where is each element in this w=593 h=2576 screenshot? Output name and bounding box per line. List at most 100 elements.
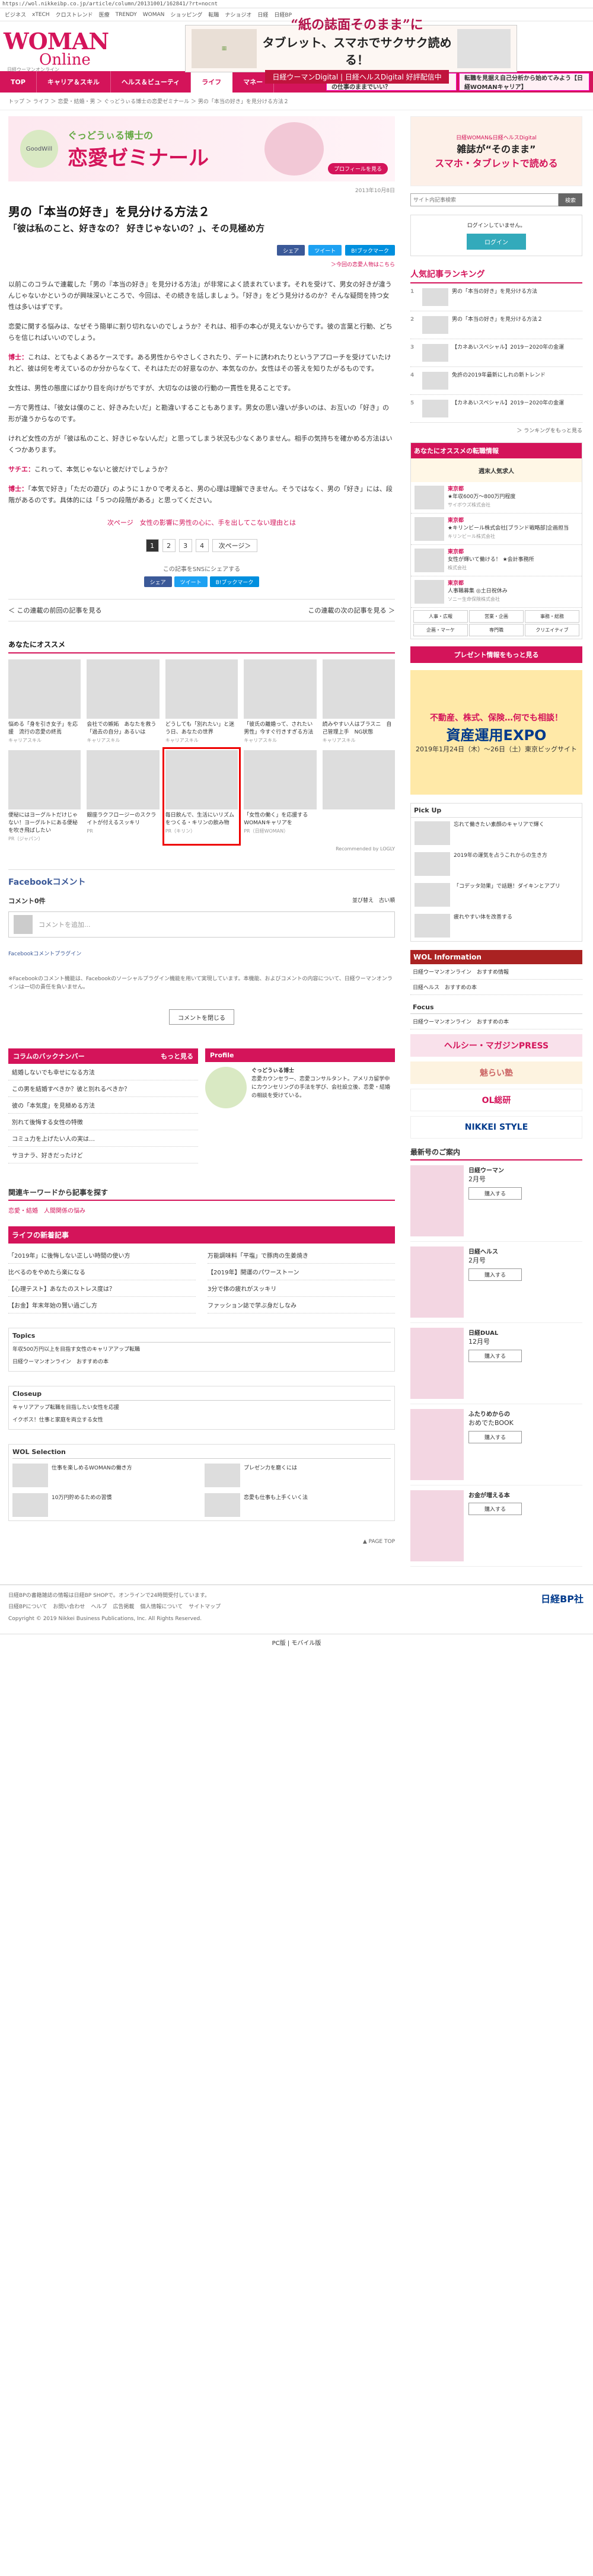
job-item[interactable]: 東京都 人事職募集 ◎土日祝休み ソニー生命保険株式会社 [411, 576, 582, 608]
buy-button[interactable]: 購入する [468, 1187, 522, 1200]
buy-button[interactable]: 購入する [468, 1268, 522, 1281]
keyword-links[interactable]: 恋愛・結婚 人間関係の悩み [8, 1206, 395, 1214]
wol-item[interactable]: 恋愛も仕事も上手くいく法 [205, 1493, 391, 1517]
top-site-link[interactable]: WOMAN [143, 12, 165, 18]
page-top-link[interactable]: ▲ PAGE TOP [8, 1539, 395, 1545]
new-article-item[interactable]: 比べるのをやめたら楽になる [8, 1264, 196, 1280]
info-item[interactable]: 日経ヘルス おすすめの本 [410, 980, 582, 995]
topics-item[interactable]: 年収500万円以上を目指す女性のキャリアアップ転職 [12, 1343, 391, 1355]
job-item[interactable]: 東京都 ★年収600万～800万円程度 サイボウズ株式会社 [411, 482, 582, 514]
top-site-link[interactable]: TRENDY [116, 12, 137, 18]
magazine-cover[interactable] [410, 1246, 464, 1318]
top-site-link[interactable]: クロストレンド [56, 11, 93, 18]
job-category-link[interactable]: 専門職 [469, 624, 524, 636]
login-button[interactable]: ログイン [467, 234, 526, 250]
new-article-item[interactable]: 万能調味料「平塩」で豚肉の生姜焼き [208, 1247, 395, 1264]
next-page-link[interactable]: 次ページ 女性の影響に男性の心に、手を出してこない理由とは [8, 518, 395, 527]
new-article-item[interactable]: 【お金】年末年始の賢い過ごし方 [8, 1297, 196, 1313]
pickup-item[interactable]: 疲れやすい体を改善する [411, 910, 582, 941]
search-input[interactable] [410, 193, 559, 206]
recommend-card[interactable]: 毎日飲んで、生活にいリズムをつくる・キリンの飲み物 PR（キリン） [162, 747, 241, 846]
footer-link[interactable]: 広告掲載 [113, 1602, 134, 1610]
ranking-more-link[interactable]: ＞ ランキングをもっと見る [410, 426, 582, 434]
side-ad-4[interactable]: NIKKEI STYLE [410, 1116, 582, 1139]
wol-item[interactable]: 仕事を楽しめるWOMANの働き方 [12, 1464, 199, 1487]
pickup-item[interactable]: 「コデッタ効果」で話題！ダイキンとアプリ [411, 879, 582, 910]
page-2[interactable]: 2 [162, 539, 176, 552]
top-site-link[interactable]: 医療 [99, 11, 110, 18]
closeup-item[interactable]: キャリアアップ転職を目指したい女性を応援 [12, 1401, 391, 1413]
buy-button[interactable]: 購入する [468, 1503, 522, 1515]
backnumber-item[interactable]: 結婚しないでも幸せになる方法 [8, 1064, 198, 1080]
job-category-link[interactable]: 企画・マーケ [413, 624, 468, 636]
recommend-card[interactable]: 読みやすい人はブラスニ 自己管理上手 NG状態 キャリアスキル [322, 659, 395, 744]
ranking-item[interactable]: 3 【カネあいスペシャル】2019－2020年の金運 [410, 339, 582, 367]
close-comments-button[interactable]: コメントを閉じる [169, 1009, 234, 1025]
recommend-card[interactable]: 銀座ラクフロージーのスクライトが付えるスッキリ PR [87, 750, 160, 843]
pc-mobile-switch[interactable]: PC版 | モバイル版 [0, 1634, 593, 1650]
pickup-item[interactable]: 2019年の運気を占うこれからの生き方 [411, 849, 582, 879]
backnumber-item[interactable]: 彼の「本気度」を見極める方法 [8, 1097, 198, 1114]
job-category-link[interactable]: クリエイティブ [525, 624, 579, 636]
closeup-item[interactable]: イクボス！仕事と家庭を両立する女性 [12, 1413, 391, 1426]
top-site-link[interactable]: xTECH [32, 12, 50, 18]
side-ad-3[interactable]: OL総研 [410, 1089, 582, 1111]
pickup-item[interactable]: 忘れて働きたい素顔のキャリアで輝く [411, 818, 582, 849]
nav-career[interactable]: キャリア＆スキル [37, 71, 111, 93]
column-banner[interactable]: GoodWill ぐっどうぃる博士の 恋愛ゼミナール プロフィールを見る [8, 116, 395, 181]
header-ad-banner[interactable]: ▦ “紙の誌面そのまま”に タブレット、スマホでサクサク読める！ 日経ウーマンD… [185, 17, 517, 84]
recommend-card[interactable]: 会社での嫉妬 あなたを救う「過去の自分」あるいは キャリアスキル [87, 659, 160, 744]
facebook-share-button[interactable]: シェア [277, 245, 305, 256]
recommend-card[interactable]: 「女性の働く」を応援するWOMANキャリアを PR（日経WOMAN） [244, 750, 317, 843]
comment-sort[interactable]: 並び替え 古い順 [352, 896, 395, 906]
wol-item[interactable]: 10万円貯めるための習慣 [12, 1493, 199, 1517]
new-article-item[interactable]: 「2019年」に後悔しない正しい時間の使い方 [8, 1247, 196, 1264]
nav-top[interactable]: TOP [0, 71, 37, 93]
job-ad[interactable]: 週末人気求人 [411, 458, 582, 482]
magazine-cover[interactable] [410, 1165, 464, 1236]
page-4[interactable]: 4 [195, 539, 209, 552]
recommend-card[interactable]: どうしても「別れたい」と迷う日、あなたの世界 キャリアスキル [165, 659, 238, 744]
top-site-link[interactable]: ショッピング [170, 11, 202, 18]
url-bar[interactable]: https://wol.nikkeibp.co.jp/article/colum… [0, 0, 593, 8]
backnumber-more[interactable]: もっと見る [161, 1051, 193, 1061]
magazine-cover[interactable] [410, 1409, 464, 1480]
info-item[interactable]: 日経ウーマンオンライン おすすめ情報 [410, 964, 582, 980]
footer-link[interactable]: お問い合わせ [53, 1602, 85, 1610]
side-ad-1[interactable]: ヘルシー・マガジンPRESS [410, 1034, 582, 1057]
side-ad-2[interactable]: 魅らい塾 [410, 1061, 582, 1084]
backnumber-item[interactable]: 別れて後悔する女性の特徴 [8, 1114, 198, 1130]
top-site-link[interactable]: 転職 [208, 11, 219, 18]
focus-item[interactable]: 日経ウーマンオンライン おすすめの本 [410, 1014, 582, 1029]
page-1[interactable]: 1 [145, 539, 159, 552]
expo-ad[interactable]: 不動産、株式、保険…何でも相談！ 資産運用EXPO 2019年1月24日（木）～… [410, 670, 582, 795]
prev-article-link[interactable]: ＜ この連載の前回の記事を見る [8, 605, 102, 615]
job-category-link[interactable]: 事務・総務 [525, 610, 579, 623]
wol-item[interactable]: プレゼン力を磨くには [205, 1464, 391, 1487]
ad-button[interactable]: 日経ウーマンDigital | 日経ヘルスDigital 好評配信中 [265, 69, 449, 84]
top-site-link[interactable]: ナショジオ [225, 11, 251, 18]
buy-button[interactable]: 購入する [468, 1431, 522, 1443]
footer-link[interactable]: 日経BPについて [8, 1602, 47, 1610]
job-category-link[interactable]: 営業・企画 [469, 610, 524, 623]
job-item[interactable]: 東京都 ★キリンビール株式会社[ブランド戦略部]企画担当 キリンビール株式会社 [411, 514, 582, 545]
topics-item[interactable]: 日経ウーマンオンライン おすすめの本 [12, 1355, 391, 1367]
facebook-plugin-label[interactable]: Facebookコメントプラグイン [8, 949, 395, 957]
recommend-card[interactable]: 「彼氏の離婚って、されたい男性」今すぐ行きすぎる方法 キャリアスキル [244, 659, 317, 744]
page-3[interactable]: 3 [178, 539, 192, 552]
job-category-link[interactable]: 人事・広報 [413, 610, 468, 623]
ranking-item[interactable]: 5 【カネあいスペシャル】2019－2020年の金運 [410, 395, 582, 423]
backnumber-item[interactable]: この男を結婚すべきか？彼と別れるべきか？ [8, 1080, 198, 1097]
new-article-item[interactable]: 【心理テスト】あなたのストレス度は？ [8, 1280, 196, 1297]
hatena-bookmark-button[interactable]: B!ブックマーク [345, 245, 395, 256]
nikkeibp-logo[interactable]: 日経BP社 [541, 1591, 584, 1605]
top-site-link[interactable]: ビジネス [5, 11, 26, 18]
footer-link[interactable]: サイトマップ [189, 1602, 221, 1610]
ranking-item[interactable]: 1 男の「本当の好き」を見分ける方法 [410, 283, 582, 311]
today-person-link[interactable]: ＞今回の恋愛人物はこちら [8, 260, 395, 268]
search-button[interactable]: 検索 [559, 193, 582, 206]
magazine-cover[interactable] [410, 1328, 464, 1399]
facebook-share-button[interactable]: シェア [144, 576, 172, 587]
nav-life[interactable]: ライフ [191, 71, 233, 93]
backnumber-item[interactable]: コミュ力を上げたい人の実は… [8, 1130, 198, 1147]
